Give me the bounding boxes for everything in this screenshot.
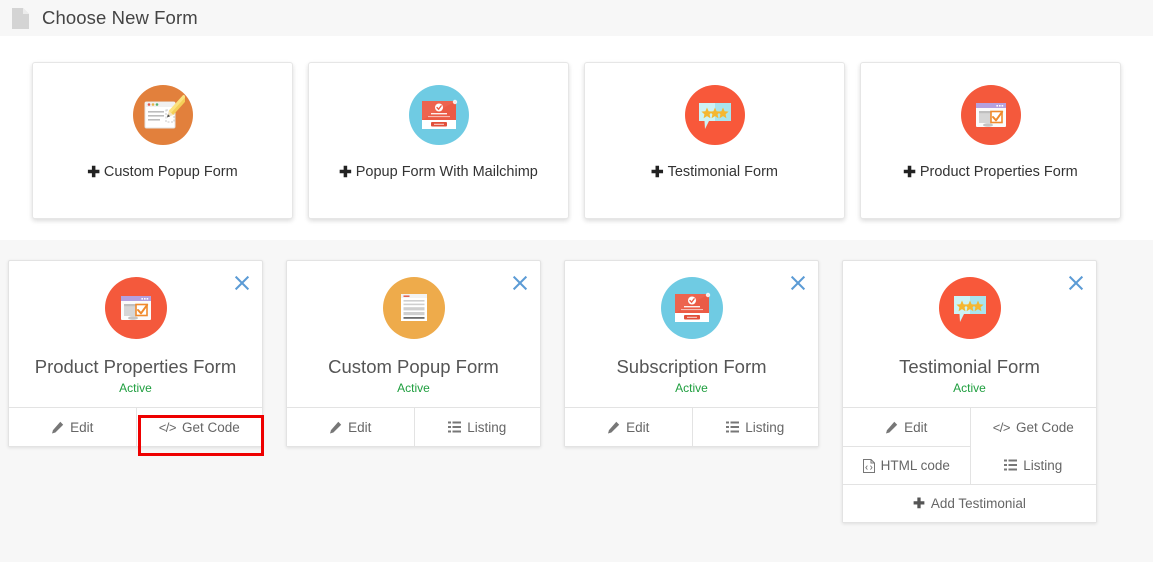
page-icon — [12, 7, 29, 29]
status-badge: Active — [119, 381, 152, 396]
edit-button[interactable]: Edit — [565, 408, 692, 447]
close-icon[interactable] — [232, 274, 250, 292]
plus-icon: ✚ — [913, 495, 925, 512]
form-card-subscription: Subscription Form Active Edit Listing — [564, 260, 819, 448]
close-icon[interactable] — [788, 274, 806, 292]
document-lines-icon — [382, 277, 445, 339]
plus-icon: ✚ — [651, 163, 664, 181]
new-form-section: ✚ Custom Popup Form ✚ Popup Form With Ma… — [0, 36, 1153, 240]
form-card-body: Testimonial Form Active — [843, 261, 1096, 407]
form-card-testimonial: Testimonial Form Active Edit </> Get Cod… — [842, 260, 1097, 524]
form-actions: Edit </> Get Code — [9, 407, 262, 447]
code-icon: </> — [158, 419, 177, 435]
new-form-card-testimonial[interactable]: ✚ Testimonial Form — [584, 62, 845, 219]
plus-icon: ✚ — [87, 163, 100, 181]
close-icon[interactable] — [1066, 274, 1084, 292]
listing-button[interactable]: Listing — [969, 446, 1096, 485]
mailchimp-popup-icon — [660, 277, 723, 339]
new-form-card-label: ✚ Popup Form With Mailchimp — [339, 163, 538, 181]
form-card-product-properties: Product Properties Form Active Edit </> … — [8, 260, 264, 456]
new-form-card-popup-mailchimp[interactable]: ✚ Popup Form With Mailchimp — [308, 62, 569, 219]
add-testimonial-button[interactable]: ✚ Add Testimonial — [843, 484, 1096, 523]
pencil-icon — [51, 421, 64, 434]
new-form-card-label: ✚ Product Properties Form — [903, 163, 1078, 181]
new-form-card-label: ✚ Custom Popup Form — [87, 163, 238, 181]
listing-button[interactable]: Listing — [691, 408, 818, 447]
form-actions: Edit </> Get Code HTML code Listing ✚ Ad… — [843, 407, 1096, 523]
edit-button[interactable]: Edit — [843, 408, 970, 447]
form-actions: Edit Listing — [565, 407, 818, 447]
popup-form-pencil-icon — [132, 85, 193, 145]
page-header: Choose New Form — [0, 0, 1153, 36]
list-icon — [726, 421, 740, 433]
new-form-card-custom-popup[interactable]: ✚ Custom Popup Form — [32, 62, 293, 219]
close-icon[interactable] — [510, 274, 528, 292]
existing-forms-row: Product Properties Form Active Edit </> … — [0, 260, 1153, 524]
page-title: Choose New Form — [42, 7, 198, 28]
form-card-custom-popup: Custom Popup Form Active Edit Listing — [286, 260, 541, 448]
list-icon — [448, 421, 462, 433]
status-badge: Active — [953, 381, 986, 396]
new-form-card-label: ✚ Testimonial Form — [651, 163, 778, 181]
html-file-icon — [862, 458, 875, 473]
testimonial-stars-icon — [938, 277, 1001, 339]
mailchimp-popup-icon — [408, 85, 469, 145]
status-badge: Active — [397, 381, 430, 396]
new-form-card-row: ✚ Custom Popup Form ✚ Popup Form With Ma… — [0, 62, 1153, 219]
get-code-button[interactable]: </> Get Code — [135, 408, 262, 447]
get-code-button[interactable]: </> Get Code — [969, 408, 1096, 447]
form-title: Testimonial Form — [899, 356, 1040, 377]
form-actions: Edit Listing — [287, 407, 540, 447]
plus-icon: ✚ — [903, 163, 916, 181]
form-title: Subscription Form — [616, 356, 767, 377]
form-card-body: Subscription Form Active — [565, 261, 818, 407]
status-badge: Active — [675, 381, 708, 396]
pencil-icon — [885, 421, 898, 434]
product-properties-icon — [104, 277, 167, 339]
form-card-body: Product Properties Form Active — [9, 261, 262, 407]
pencil-icon — [329, 421, 342, 434]
plus-icon: ✚ — [339, 163, 352, 181]
form-title: Product Properties Form — [34, 356, 237, 377]
testimonial-stars-icon — [684, 85, 745, 145]
list-icon — [1004, 459, 1018, 471]
html-code-button[interactable]: HTML code — [843, 446, 970, 485]
form-card-body: Custom Popup Form Active — [287, 261, 540, 407]
form-title: Custom Popup Form — [328, 356, 499, 377]
code-icon: </> — [992, 419, 1011, 435]
existing-forms-section: Product Properties Form Active Edit </> … — [0, 240, 1153, 562]
listing-button[interactable]: Listing — [413, 408, 540, 447]
new-form-card-product-properties[interactable]: ✚ Product Properties Form — [860, 62, 1121, 219]
edit-button[interactable]: Edit — [9, 408, 136, 447]
pencil-icon — [607, 421, 620, 434]
edit-button[interactable]: Edit — [287, 408, 414, 447]
product-properties-icon — [960, 85, 1021, 145]
